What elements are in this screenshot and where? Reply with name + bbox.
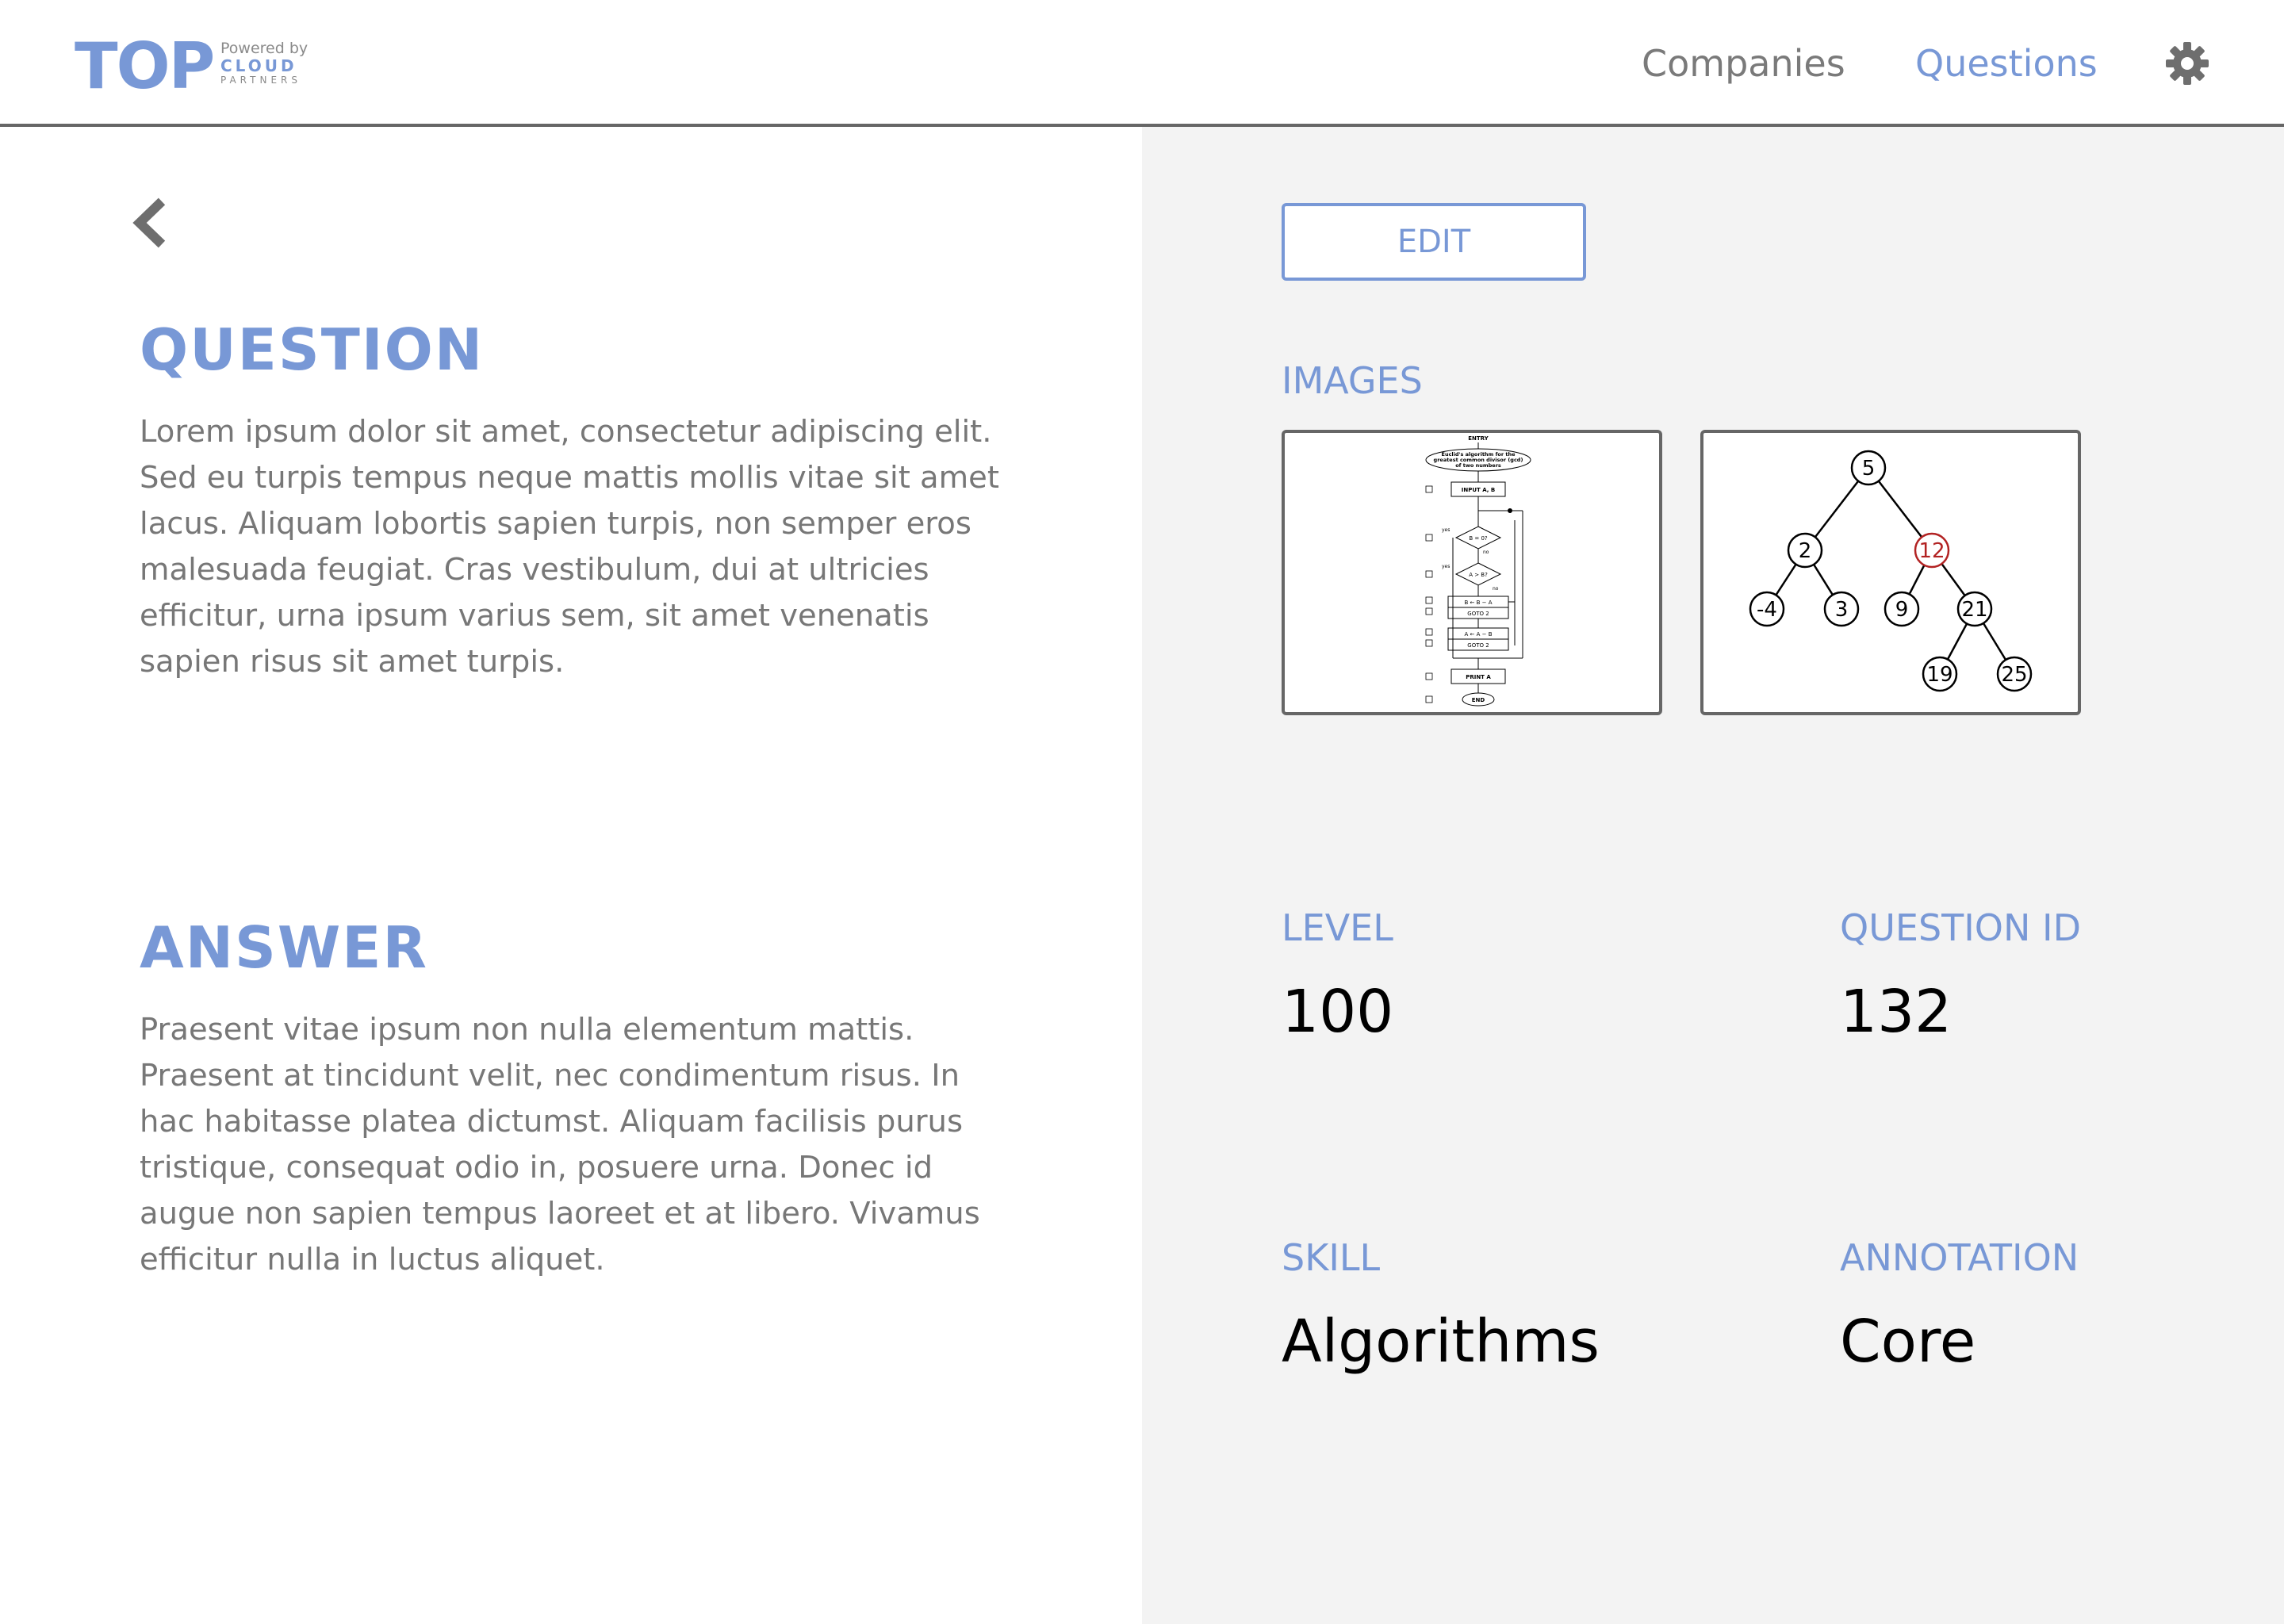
skill-label: SKILL [1282,1236,1381,1279]
question-content-pane: QUESTION Lorem ipsum dolor sit amet, con… [0,127,1142,1624]
flow-no-1: no [1483,550,1489,555]
answer-heading: ANSWER [140,914,428,981]
tree-node: 3 [1835,598,1849,622]
tree-node: 9 [1895,598,1909,622]
annotation-label: ANNOTATION [1840,1236,2079,1279]
question-text: Lorem ipsum dolor sit amet, consectetur … [140,414,999,680]
gear-icon[interactable] [2165,41,2209,86]
level-label: LEVEL [1282,906,1393,949]
question-heading: QUESTION [140,316,485,383]
question-id-label: QUESTION ID [1840,906,2082,949]
flow-yes-1: yes [1442,527,1450,533]
flow-title-3: of two numbers [1455,462,1501,469]
tree-node: 2 [1799,539,1812,563]
answer-text: Praesent vitae ipsum non nulla elementum… [140,1012,980,1277]
tree-node-highlighted: 12 [1918,539,1945,563]
tree-node-root: 5 [1862,457,1876,481]
tree-node: 21 [1961,598,1987,622]
flow-cond-1: B = 0? [1469,535,1488,542]
flow-no-2: no [1493,586,1499,592]
flow-print: PRINT A [1466,674,1491,680]
flow-cond-2: A > B? [1469,572,1488,578]
logo-brand: CLOUD [220,56,297,75]
app-header: TOP Powered by CLOUD PARTNERS Companies … [0,0,2284,127]
flow-goto-2: GOTO 2 [1467,642,1489,649]
tree-node: -4 [1757,598,1777,622]
level-value: 100 [1282,978,1394,1046]
flow-yes-2: yes [1442,564,1450,569]
image-thumbnail-flowchart[interactable]: ENTRY Euclid's algorithm for the greates… [1282,430,1662,715]
nav-companies[interactable]: Companies [1642,38,1845,89]
image-thumbnail-binary-tree[interactable]: 5 2 12 -4 3 9 21 19 25 [1700,430,2081,715]
flow-step-2: A ← A − B [1464,631,1492,638]
flow-end: END [1472,697,1485,703]
nav-questions[interactable]: Questions [1915,38,2098,89]
flowchart-image: ENTRY Euclid's algorithm for the greates… [1425,435,1531,707]
flow-input: INPUT A, B [1462,487,1495,493]
question-id-value: 132 [1840,978,1953,1046]
flow-entry: ENTRY [1468,435,1489,442]
flow-goto-1: GOTO 2 [1467,611,1489,617]
question-details-pane: EDIT IMAGES ENTRY Euclid's algorithm for… [1142,127,2284,1624]
logo-powered-by: Powered by [220,40,308,57]
edit-button[interactable]: EDIT [1282,203,1586,281]
binary-tree-image: 5 2 12 -4 3 9 21 19 25 [1749,450,2033,692]
tree-node: 19 [1926,663,1953,687]
images-label: IMAGES [1282,359,1423,402]
annotation-value: Core [1840,1308,1976,1376]
tree-node: 25 [2001,663,2027,687]
logo-subtitle: Powered by CLOUD PARTNERS [220,40,331,86]
logo-brand-sub: PARTNERS [220,75,301,86]
skill-value: Algorithms [1282,1308,1600,1376]
logo-main-text: TOP [75,29,215,103]
chevron-left-icon[interactable] [132,197,168,249]
flow-step-1: B ← B − A [1464,599,1492,606]
